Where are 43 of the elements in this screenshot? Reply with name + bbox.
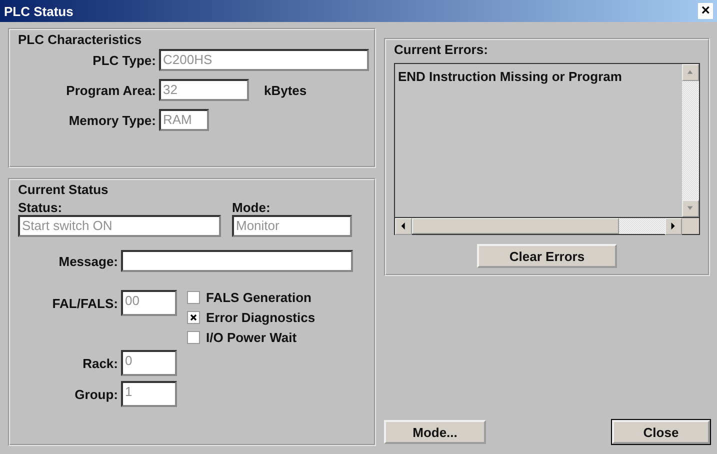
scroll-left-icon[interactable]	[395, 218, 412, 235]
scroll-up-icon[interactable]	[682, 64, 699, 81]
text-field[interactable]: 32	[159, 79, 249, 101]
checkbox-label: I/O Power Wait	[206, 330, 297, 344]
checkbox[interactable]	[187, 330, 200, 344]
group-title: Current Status	[18, 182, 110, 197]
group-title: Current Errors:	[394, 42, 489, 57]
field-label: Program Area:	[65, 82, 156, 98]
field-label: Message:	[58, 254, 118, 268]
field-label: Status:	[18, 200, 64, 215]
field-label: Mode:	[232, 200, 272, 215]
group-title: PLC Characteristics	[18, 32, 143, 47]
text-field[interactable]: C200HS	[159, 49, 369, 71]
error-list[interactable]: END Instruction Missing or Program	[394, 63, 700, 235]
text-field[interactable]: RAM	[159, 109, 209, 131]
checkbox-label: Error Diagnostics	[206, 310, 316, 324]
field-label: FAL/FALS:	[51, 295, 118, 311]
checkbox-label: FALS Generation	[206, 290, 312, 304]
text-field[interactable]: 1	[121, 381, 177, 407]
field-label: PLC Type:	[92, 52, 156, 68]
dialog-button[interactable]: Close	[612, 420, 710, 444]
text-field[interactable]	[121, 250, 353, 272]
close-button[interactable]: ×	[698, 3, 713, 19]
scrollbar-corner	[682, 217, 699, 234]
x-mark-icon	[190, 314, 197, 320]
text-field[interactable]: 00	[121, 290, 177, 316]
scroll-right-icon[interactable]	[665, 218, 682, 235]
clear-errors-button[interactable]: Clear Errors	[477, 244, 617, 268]
horizontal-scrollbar[interactable]	[395, 217, 682, 234]
scroll-thumb[interactable]	[412, 218, 619, 234]
text-field[interactable]: 0	[121, 350, 177, 376]
dialog-button[interactable]: Mode...	[384, 420, 486, 444]
field-label: Rack:	[82, 356, 118, 370]
text-field[interactable]: Monitor	[232, 215, 352, 237]
field-label: Memory Type:	[68, 112, 156, 128]
checkbox[interactable]	[187, 310, 200, 324]
unit-label: kBytes	[264, 82, 307, 98]
error-item: END Instruction Missing or Program	[398, 69, 622, 84]
checkbox[interactable]	[187, 290, 200, 304]
window-title: PLC Status	[4, 4, 74, 18]
field-label: Group:	[74, 386, 118, 402]
vertical-scrollbar[interactable]	[682, 64, 699, 217]
text-field[interactable]: Start switch ON	[18, 215, 221, 237]
